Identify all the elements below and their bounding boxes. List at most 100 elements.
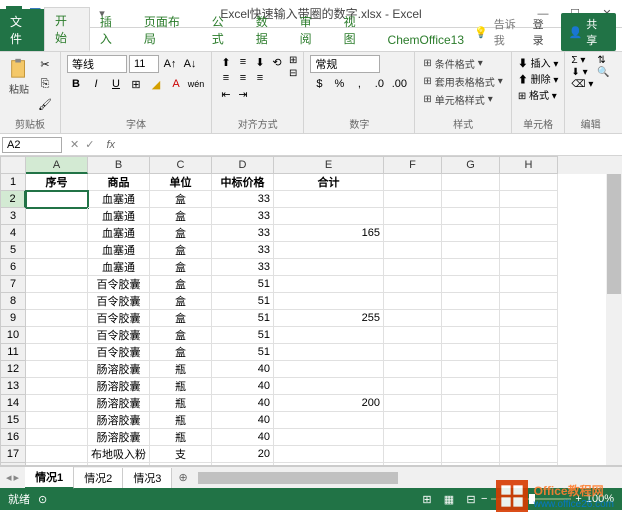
cell[interactable]: 肠溶胶囊 — [88, 361, 150, 378]
row-header[interactable]: 6 — [0, 259, 26, 276]
cell[interactable] — [26, 412, 88, 429]
cell[interactable] — [500, 429, 558, 446]
cell[interactable] — [500, 191, 558, 208]
copy-icon[interactable]: ⎘ — [36, 75, 54, 93]
cell[interactable]: 40 — [212, 378, 274, 395]
cell[interactable] — [500, 242, 558, 259]
cell[interactable] — [384, 463, 442, 466]
tab-chemoffice[interactable]: ChemOffice13 — [378, 29, 474, 51]
tab-review[interactable]: 审阅 — [290, 9, 334, 51]
cell[interactable]: 盒 — [150, 242, 212, 259]
cell[interactable]: 盒 — [150, 276, 212, 293]
cell[interactable] — [26, 446, 88, 463]
cell[interactable] — [274, 327, 384, 344]
cell[interactable] — [384, 361, 442, 378]
row-header[interactable]: 12 — [0, 361, 26, 378]
cell[interactable]: 20 — [212, 463, 274, 466]
conditional-format-button[interactable]: ⊞条件格式 ▾ — [421, 55, 504, 72]
row-header[interactable]: 1 — [0, 174, 26, 191]
cell[interactable] — [500, 293, 558, 310]
cell[interactable]: 瓶 — [150, 429, 212, 446]
orientation-icon[interactable]: ⟲ — [269, 55, 285, 69]
sheet-nav-next-icon[interactable]: ▸ — [14, 471, 20, 484]
sheet-nav-prev-icon[interactable]: ◂ — [6, 471, 12, 484]
font-name-select[interactable] — [67, 55, 127, 73]
cell[interactable]: 盒 — [150, 225, 212, 242]
cell[interactable] — [500, 344, 558, 361]
cell[interactable] — [442, 293, 500, 310]
cell[interactable] — [384, 276, 442, 293]
cell[interactable] — [384, 446, 442, 463]
formula-input[interactable] — [121, 143, 622, 147]
cell[interactable]: 血塞通 — [88, 191, 150, 208]
cell[interactable]: 合计 — [274, 174, 384, 191]
cell[interactable]: 20 — [212, 446, 274, 463]
cell[interactable]: 商品 — [88, 174, 150, 191]
macro-record-icon[interactable]: ⊙ — [38, 493, 47, 506]
bold-button[interactable]: B — [67, 75, 85, 93]
sheet-tab-3[interactable]: 情况3 — [123, 468, 172, 488]
cell[interactable] — [274, 191, 384, 208]
border-icon[interactable]: ⊞ — [127, 75, 145, 93]
delete-cells-button[interactable]: ⬆ 删除 ▾ — [518, 71, 559, 86]
increase-decimal-icon[interactable]: .0 — [370, 75, 388, 93]
insert-cells-button[interactable]: ⬇ 插入 ▾ — [518, 55, 559, 70]
cell[interactable]: 33 — [212, 191, 274, 208]
col-header-f[interactable]: F — [384, 156, 442, 174]
tell-me[interactable]: 告诉我 — [494, 16, 527, 48]
tab-data[interactable]: 数据 — [246, 9, 290, 51]
cell[interactable]: 百令胶囊 — [88, 327, 150, 344]
cell[interactable] — [384, 412, 442, 429]
merge-center-button[interactable]: ⊟ — [289, 68, 297, 79]
cell[interactable] — [26, 463, 88, 466]
cell[interactable] — [500, 225, 558, 242]
decrease-font-icon[interactable]: A↓ — [181, 55, 199, 73]
cell[interactable]: 盒 — [150, 327, 212, 344]
cell[interactable] — [442, 463, 500, 466]
cell[interactable] — [442, 174, 500, 191]
cell[interactable] — [274, 208, 384, 225]
cell[interactable] — [442, 191, 500, 208]
cell[interactable] — [26, 242, 88, 259]
cell[interactable] — [26, 191, 88, 208]
cell[interactable] — [442, 242, 500, 259]
cell[interactable]: 51 — [212, 327, 274, 344]
cell[interactable] — [442, 225, 500, 242]
tab-view[interactable]: 视图 — [334, 9, 378, 51]
cell[interactable]: 33 — [212, 225, 274, 242]
view-page-break-icon[interactable]: ⊟ — [461, 491, 481, 507]
cell[interactable] — [274, 446, 384, 463]
align-right-icon[interactable]: ≡ — [252, 71, 268, 85]
cell[interactable]: 盒 — [150, 191, 212, 208]
cell[interactable] — [26, 276, 88, 293]
cell[interactable] — [26, 259, 88, 276]
cell[interactable]: 瓶 — [150, 378, 212, 395]
cell[interactable]: 序号 — [26, 174, 88, 191]
cell[interactable]: 盒 — [150, 208, 212, 225]
cell[interactable]: 支 — [150, 463, 212, 466]
cell[interactable]: 33 — [212, 242, 274, 259]
italic-button[interactable]: I — [87, 75, 105, 93]
cell[interactable]: 血塞通 — [88, 242, 150, 259]
row-header[interactable]: 4 — [0, 225, 26, 242]
horizontal-scroll-thumb[interactable] — [198, 472, 398, 484]
row-header[interactable]: 2 — [0, 191, 26, 208]
cell[interactable] — [384, 327, 442, 344]
align-bottom-icon[interactable]: ⬇ — [252, 55, 268, 69]
cell[interactable]: 51 — [212, 344, 274, 361]
cell[interactable]: 33 — [212, 259, 274, 276]
cell[interactable] — [384, 310, 442, 327]
cell[interactable] — [26, 208, 88, 225]
find-select-button[interactable]: 🔍 — [597, 67, 609, 78]
cell[interactable]: 40 — [212, 395, 274, 412]
cell[interactable] — [26, 327, 88, 344]
tab-file[interactable]: 文件 — [0, 9, 44, 51]
cell[interactable] — [442, 208, 500, 225]
vertical-scroll-thumb[interactable] — [607, 174, 621, 294]
autosum-button[interactable]: Σ ▾ — [571, 55, 593, 66]
tab-page-layout[interactable]: 页面布局 — [134, 9, 202, 51]
sort-filter-button[interactable]: ⇅ — [597, 55, 609, 66]
login-link[interactable]: 登录 — [533, 16, 555, 48]
cell[interactable]: 瓶 — [150, 412, 212, 429]
cell[interactable] — [384, 395, 442, 412]
